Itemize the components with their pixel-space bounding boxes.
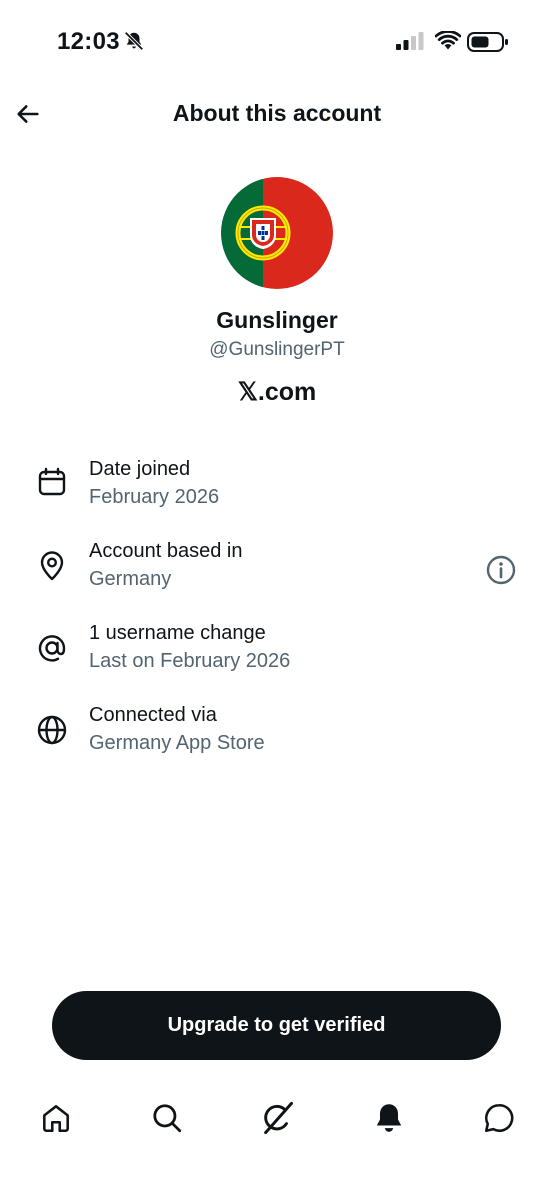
tab-home[interactable] (36, 1098, 76, 1138)
wifi-icon (435, 31, 461, 50)
page-title: About this account (172, 100, 382, 126)
info-row-date-joined: Date joined February 2026 (0, 458, 554, 528)
battery-icon (467, 32, 508, 52)
info-value: Last on February 2026 (89, 650, 291, 672)
globe-icon (37, 715, 67, 745)
account-handle: @GunslingerPT (209, 339, 345, 360)
info-value: February 2026 (89, 486, 220, 508)
info-value: Germany App Store (89, 732, 265, 754)
info-row-account-based-in: Account based in Germany (0, 540, 554, 610)
info-row-connected-via: Connected via Germany App Store (0, 704, 554, 774)
tab-grok[interactable] (258, 1098, 298, 1138)
notifications-icon (376, 1104, 402, 1132)
at-sign-icon (38, 635, 66, 662)
home-icon (43, 1105, 69, 1133)
info-circle-icon[interactable] (485, 554, 517, 586)
cellular-signal-icon (396, 32, 424, 50)
info-label: Date joined (89, 458, 191, 480)
avatar[interactable] (221, 177, 333, 289)
search-icon (153, 1104, 182, 1133)
upgrade-verified-button[interactable]: Upgrade to get verified (52, 991, 501, 1060)
page-header: About this account (0, 84, 554, 146)
info-label: Connected via (89, 704, 217, 726)
tab-messages[interactable] (479, 1098, 519, 1138)
calendar-icon (38, 467, 66, 496)
info-value: Germany (89, 568, 172, 590)
info-row-username-change: 1 username change Last on February 2026 (0, 622, 554, 692)
messages-icon (484, 1103, 514, 1133)
info-label: 1 username change (89, 622, 266, 644)
location-pin-icon (40, 551, 64, 581)
bottom-tab-bar (0, 1080, 554, 1152)
status-bar: 12:03 (0, 0, 554, 84)
tab-notifications[interactable] (369, 1098, 409, 1138)
grok-icon (264, 1101, 293, 1135)
tab-search[interactable] (147, 1098, 187, 1138)
info-label: Account based in (89, 540, 243, 562)
display-name: Gunslinger (216, 307, 338, 333)
bell-off-icon (124, 31, 144, 51)
platform-label: 𝕏.com (237, 378, 317, 406)
portugal-flag-icon (221, 177, 333, 289)
status-time: 12:03 (57, 28, 120, 55)
